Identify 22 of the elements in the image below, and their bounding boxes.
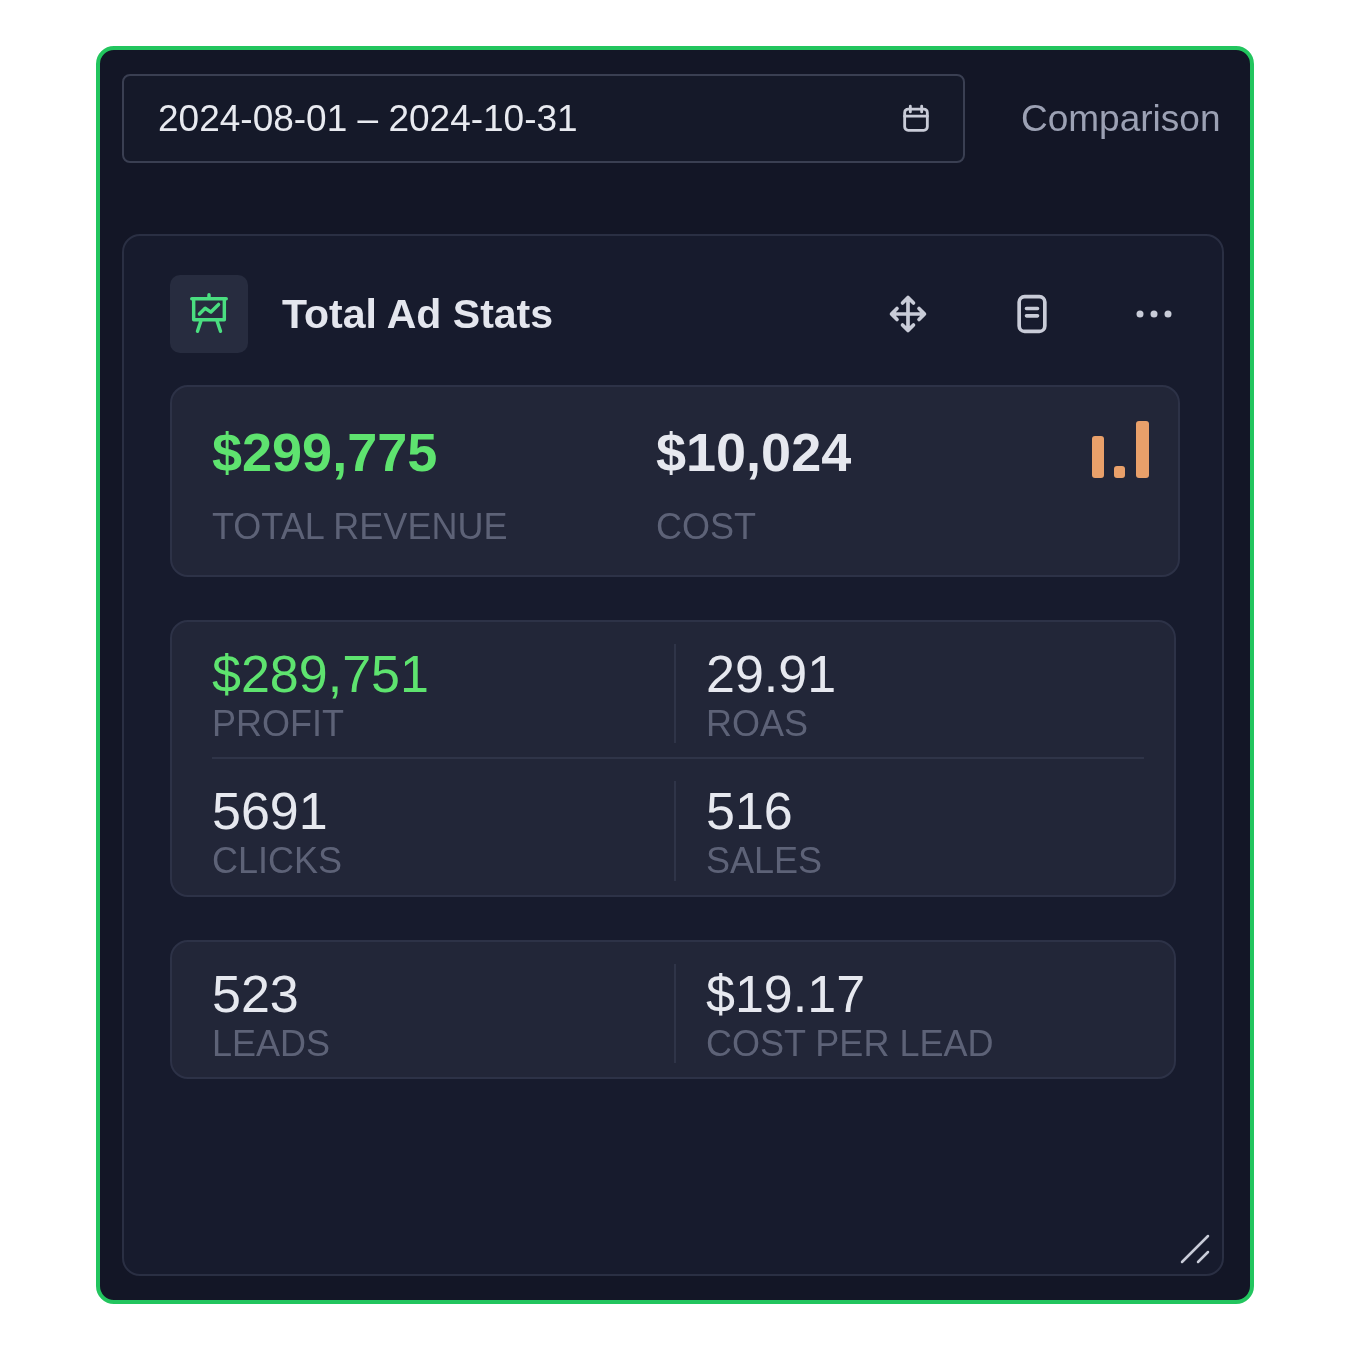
stat-value: $19.17 xyxy=(706,963,867,1024)
stat-value: 516 xyxy=(706,781,794,842)
stat-value: $10,024 xyxy=(656,421,853,483)
stat-label: SALES xyxy=(706,841,824,881)
stat-label: PROFIT xyxy=(212,703,345,744)
date-range-field[interactable]: 2024-08-01 – 2024-10-31 xyxy=(122,74,965,163)
stat-label: COST xyxy=(656,507,757,547)
stat-value: $289,751 xyxy=(212,643,430,704)
stat-value: 523 xyxy=(212,963,300,1024)
stat-label: LEADS xyxy=(212,1023,332,1064)
stat-label: COST PER LEAD xyxy=(706,1023,995,1064)
stat-label: CLICKS xyxy=(212,841,344,881)
stat-label: ROAS xyxy=(706,703,810,744)
stat-value: $299,775 xyxy=(212,421,439,483)
bar-chart-icon[interactable] xyxy=(1091,421,1151,479)
resize-handle-icon[interactable] xyxy=(1180,1232,1212,1264)
stat-value: 29.91 xyxy=(706,643,838,704)
comparison-tab[interactable]: Comparison xyxy=(1021,97,1221,140)
card-title: Total Ad Stats xyxy=(282,290,555,338)
more-icon[interactable] xyxy=(1134,308,1174,320)
stat-label: TOTAL REVENUE xyxy=(212,507,509,547)
stat-value: 5691 xyxy=(212,781,329,842)
